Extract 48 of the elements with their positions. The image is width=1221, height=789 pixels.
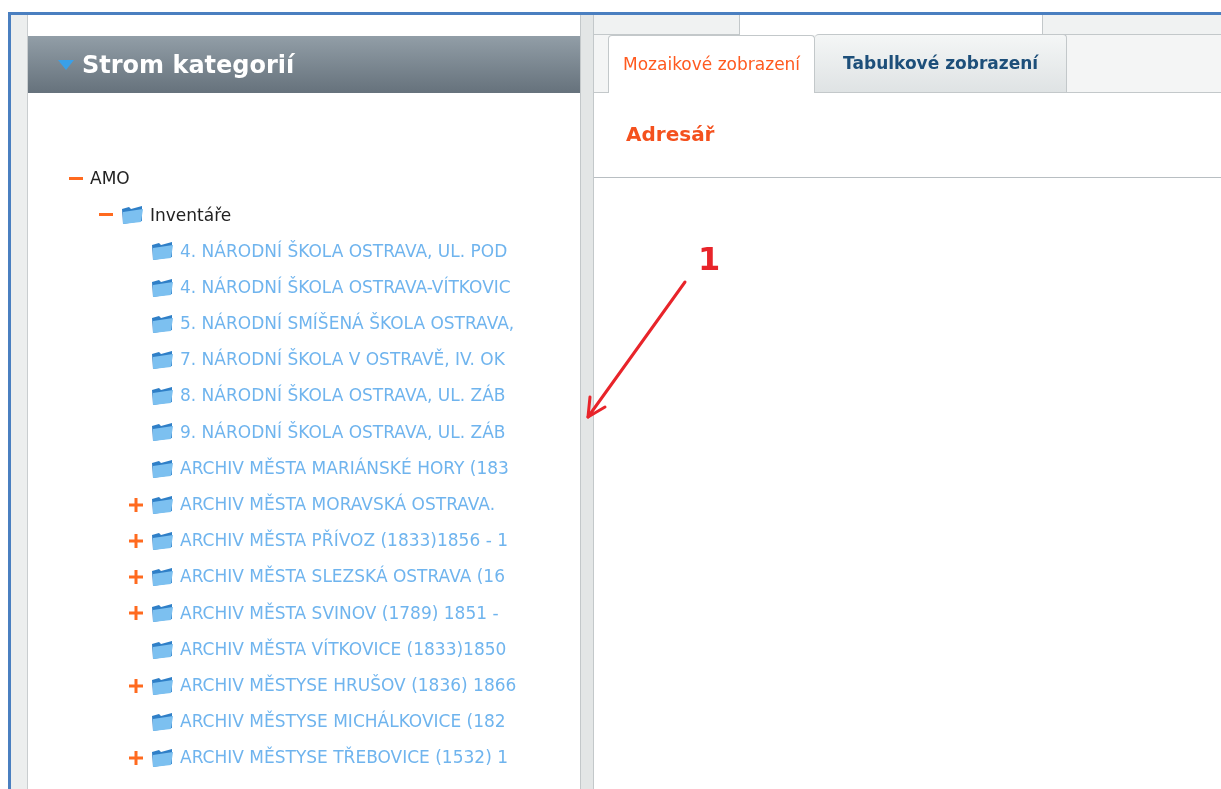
tab[interactable]: Mozaikové zobrazení: [608, 35, 816, 93]
section-heading: Adresář: [626, 122, 715, 146]
folder-icon: [150, 494, 174, 515]
folder-icon: [150, 313, 174, 334]
folder-icon: [150, 241, 174, 262]
tree-link[interactable]: 4. NÁRODNÍ ŠKOLA OSTRAVA-VÍTKOVIC: [180, 274, 511, 301]
panel-header[interactable]: Strom kategorií: [28, 36, 580, 93]
folder-icon: [150, 530, 174, 551]
annotation-number: 1: [698, 243, 721, 275]
tree-link[interactable]: ARCHIV MĚSTYSE TŘEBOVICE (1532) 1: [180, 745, 508, 771]
tree-link[interactable]: 4. NÁRODNÍ ŠKOLA OSTRAVA, UL. POD: [180, 238, 508, 265]
folder-icon: [150, 350, 174, 371]
folder-icon: [150, 386, 174, 407]
expand-icon[interactable]: [129, 678, 143, 693]
tree-link[interactable]: 8. NÁRODNÍ ŠKOLA OSTRAVA, UL. ZÁB: [180, 383, 506, 409]
tree-link[interactable]: ARCHIV MĚSTYSE HRUŠOV (1836) 1866: [180, 672, 517, 699]
folder-icon: [150, 639, 174, 660]
expand-icon[interactable]: [129, 570, 143, 585]
tree-link[interactable]: ARCHIV MĚSTA MARIÁNSKÉ HORY (183: [180, 455, 509, 482]
tree-link[interactable]: ARCHIV MĚSTYSE MICHÁLKOVICE (182: [180, 709, 506, 735]
tree-link[interactable]: ARCHIV MĚSTA MORAVSKÁ OSTRAVA.: [180, 492, 496, 518]
folder-icon: [150, 711, 174, 732]
folder-icon: [150, 458, 174, 479]
expand-icon[interactable]: [129, 497, 143, 512]
tree-link[interactable]: ARCHIV MĚSTA VÍTKOVICE (1833)1850: [180, 636, 507, 663]
tree-link[interactable]: ARCHIV MĚSTA SVINOV (1789) 1851 -: [180, 600, 499, 627]
tree-link[interactable]: ARCHIV MĚSTA PŘÍVOZ (1833)1856 - 1: [180, 528, 508, 554]
tree-link[interactable]: 7. NÁRODNÍ ŠKOLA V OSTRAVĚ, IV. OK: [180, 347, 505, 373]
tree-link[interactable]: 5. NÁRODNÍ SMÍŠENÁ ŠKOLA OSTRAVA,: [180, 311, 515, 337]
tree-link[interactable]: ARCHIV MĚSTA SLEZSKÁ OSTRAVA (16: [180, 564, 505, 590]
panel-title: Strom kategorií: [82, 49, 295, 81]
expand-icon[interactable]: [129, 606, 143, 621]
tree-item[interactable]: Inventáře: [150, 202, 232, 229]
folder-icon: [150, 748, 174, 769]
folder-icon: [150, 567, 174, 588]
tree-item[interactable]: AMO: [90, 166, 130, 192]
folder-icon: [150, 422, 174, 443]
folder-icon: [150, 603, 174, 624]
tab[interactable]: Tabulkové zobrazení: [815, 34, 1068, 92]
collapse-icon[interactable]: [99, 213, 113, 218]
collapse-icon[interactable]: [69, 177, 83, 182]
splitter-handle[interactable]: [580, 15, 594, 789]
expand-icon[interactable]: [129, 533, 143, 548]
expand-icon[interactable]: [129, 751, 143, 766]
folder-icon: [150, 277, 174, 298]
tree-link[interactable]: 9. NÁRODNÍ ŠKOLA OSTRAVA, UL. ZÁB: [180, 419, 506, 446]
folder-icon: [150, 675, 174, 696]
folder-icon: [120, 205, 144, 226]
